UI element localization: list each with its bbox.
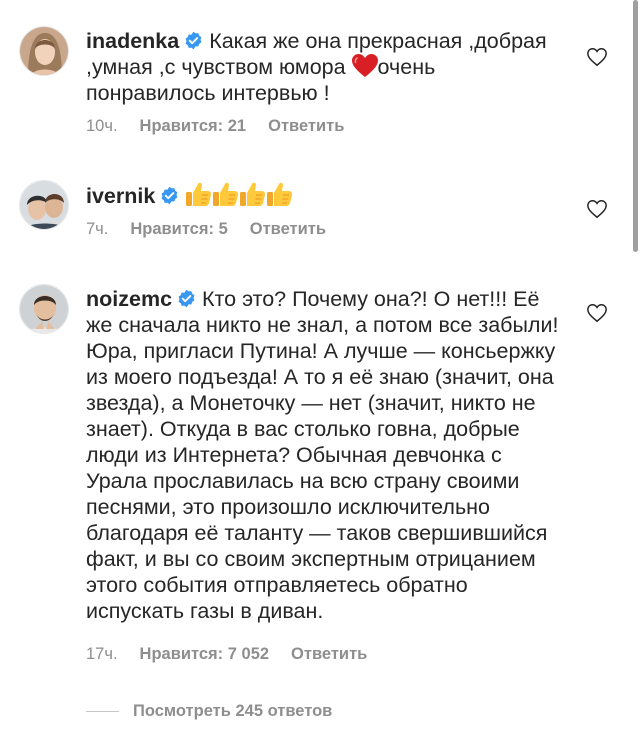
reply-button[interactable]: Ответить	[268, 117, 344, 136]
timestamp: 17ч.	[86, 645, 118, 663]
red-heart-emoji	[351, 54, 378, 77]
comment-meta: 10ч. Нравится: 21 Ответить	[86, 117, 344, 136]
heart-outline-icon[interactable]	[586, 198, 608, 220]
comment-body: noizemc Кто это? Почему она?! О нет!!! Её…	[86, 286, 566, 624]
thumbs-up-emoji	[186, 182, 212, 206]
timestamp: 10ч.	[86, 117, 118, 135]
verified-badge-icon	[178, 289, 195, 308]
likes-count[interactable]: Нравится: 7 052	[140, 645, 270, 664]
heart-outline-icon[interactable]	[586, 302, 608, 324]
comment-text: Кто это? Почему она?! О нет!!! Её же сна…	[86, 287, 559, 623]
reply-button[interactable]: Ответить	[250, 220, 326, 239]
verified-badge-icon	[161, 186, 178, 205]
view-replies-label: Посмотреть 245 ответов	[133, 702, 333, 720]
view-replies-button[interactable]: Посмотреть 245 ответов	[86, 702, 332, 721]
likes-count[interactable]: Нравится: 21	[140, 117, 247, 136]
username[interactable]: ivernik	[86, 184, 155, 208]
comment-body: ivernik	[86, 181, 566, 209]
comment-meta: 17ч. Нравится: 7 052 Ответить	[86, 645, 367, 664]
verified-badge-icon	[185, 31, 202, 50]
avatar[interactable]	[19, 180, 69, 230]
comment-meta: 7ч. Нравится: 5 Ответить	[86, 220, 326, 239]
divider-line	[86, 711, 119, 713]
likes-count[interactable]: Нравится: 5	[130, 220, 227, 239]
reply-button[interactable]: Ответить	[291, 645, 367, 664]
timestamp: 7ч.	[86, 220, 109, 238]
thumbs-up-emoji-group	[185, 182, 293, 208]
heart-outline-icon[interactable]	[586, 46, 608, 68]
avatar[interactable]	[19, 26, 69, 76]
comment-body: inadenka Какая же она прекрасная ,добрая …	[86, 28, 566, 106]
thumbs-up-emoji	[240, 182, 266, 206]
avatar[interactable]	[19, 284, 69, 334]
thumbs-up-emoji	[213, 182, 239, 206]
username[interactable]: noizemc	[86, 287, 172, 311]
username[interactable]: inadenka	[86, 29, 179, 53]
thumbs-up-emoji	[267, 182, 293, 206]
scrollbar[interactable]	[633, 0, 638, 252]
